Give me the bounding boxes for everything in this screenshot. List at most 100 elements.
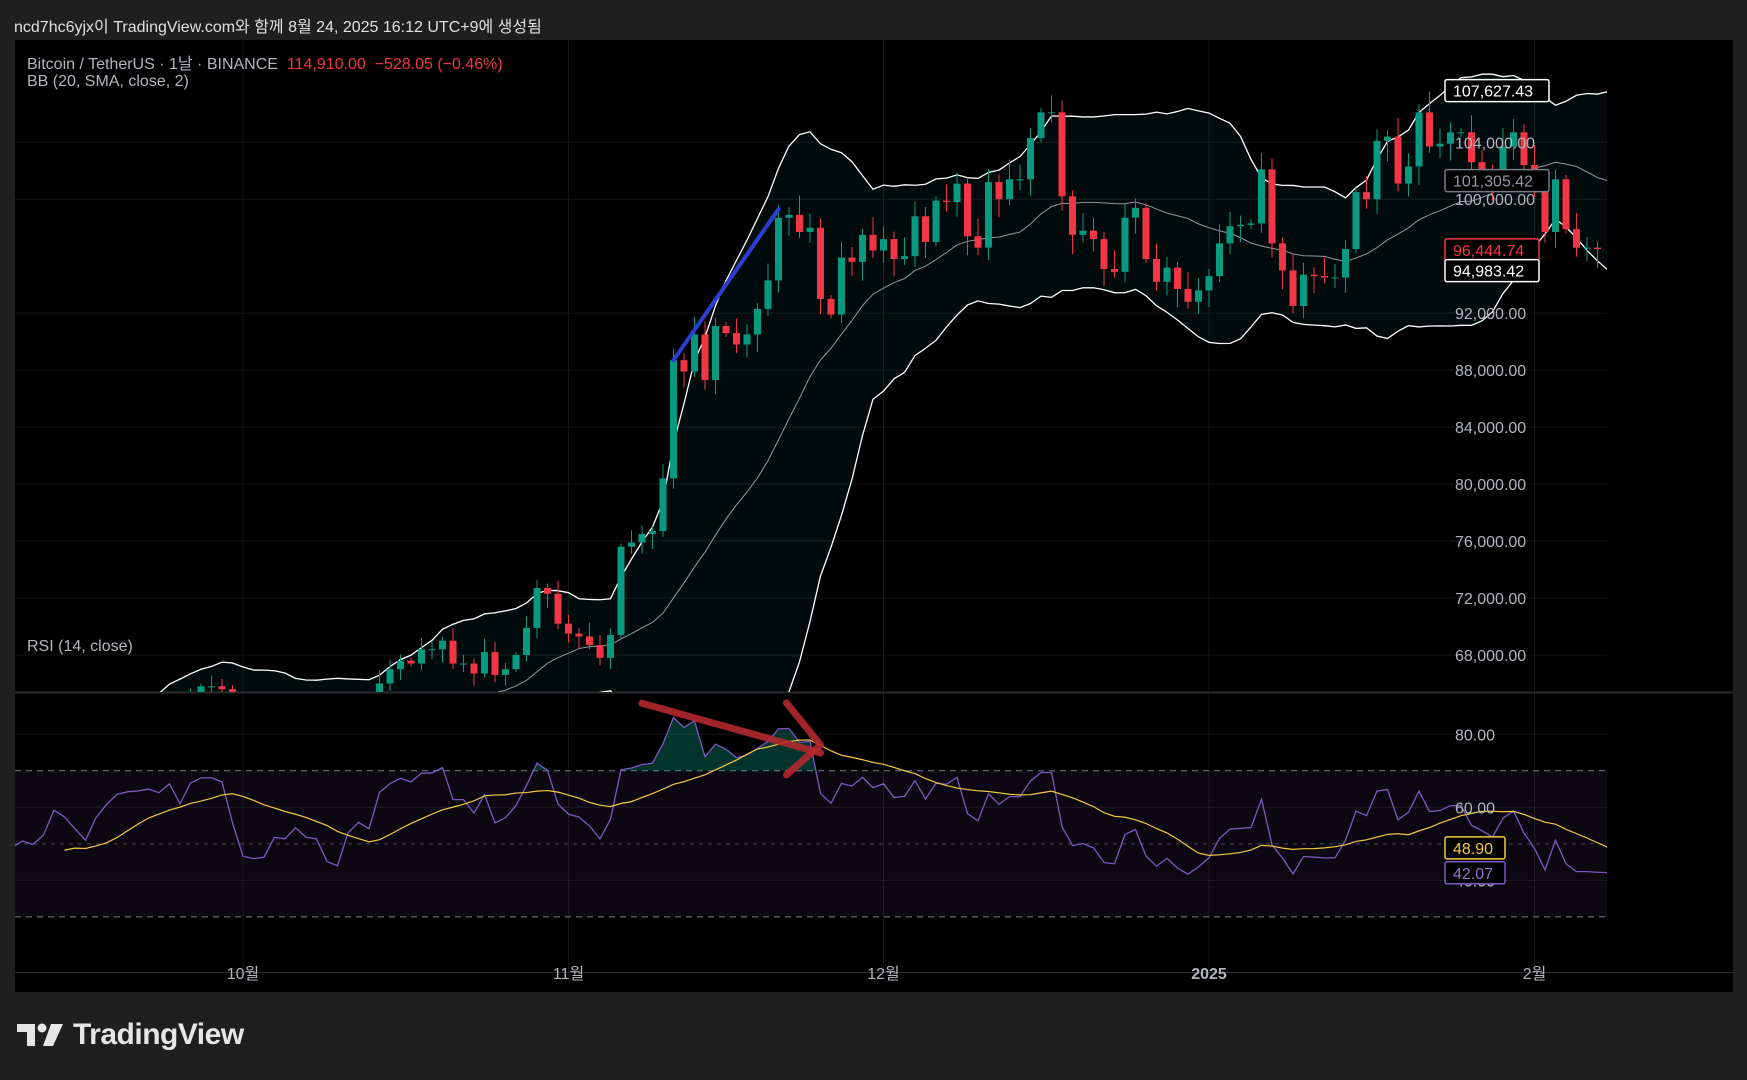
rsi-legend[interactable]: RSI (14, close) (27, 638, 133, 656)
candle-body (208, 686, 215, 688)
candle-body (890, 239, 898, 260)
candle-body (712, 325, 719, 381)
candle-body (1237, 224, 1244, 227)
candle (324, 732, 331, 769)
candle-body (817, 227, 824, 299)
candle-body (1195, 290, 1202, 302)
candle (1426, 91, 1433, 153)
last-value-badge-price: 96,444.74 (1444, 238, 1540, 262)
candle-body (785, 214, 793, 218)
badge-text: 107,627.43 (1453, 84, 1533, 101)
candle-body (491, 652, 499, 675)
candle-body (1573, 229, 1580, 248)
candle-body (502, 669, 509, 675)
candle-body (1541, 190, 1549, 232)
candle-body (197, 686, 205, 692)
candle (355, 715, 362, 742)
candle-body (743, 334, 751, 345)
candle-body (481, 652, 488, 674)
candle-body (1373, 140, 1381, 200)
candle-body (722, 325, 730, 334)
candle (1142, 203, 1150, 264)
candle-body (607, 635, 614, 658)
candle-body (1027, 137, 1034, 180)
time-tick-label: 11월 (553, 965, 584, 983)
candle-body (554, 593, 562, 624)
candle-body (218, 686, 226, 690)
candle (1058, 100, 1066, 211)
candle (250, 750, 257, 768)
candle-body (911, 216, 919, 257)
candle (271, 727, 278, 763)
candle-body (1426, 112, 1433, 147)
candle-body (1342, 249, 1349, 278)
time-tick-label: 10월 (227, 965, 260, 983)
price-chart[interactable]: 104,000.00 100,000.00 92,000.00 88,000.00 84… (15, 40, 1733, 992)
candle-body (754, 308, 761, 335)
candle-body (1289, 270, 1297, 307)
price-change: −528.05 (−0.46%) (374, 56, 503, 73)
candle-body (512, 654, 520, 670)
candle-body (575, 633, 583, 637)
candle (775, 205, 782, 293)
candle-body (1552, 179, 1559, 232)
candle-body (1363, 192, 1370, 200)
tradingview-logo[interactable]: TradingView (17, 1018, 244, 1052)
candle (282, 730, 289, 747)
candle-body (1415, 112, 1423, 167)
candle-body (596, 645, 604, 658)
candle-body (1090, 230, 1097, 240)
candle-body (145, 719, 152, 722)
candle-body (229, 689, 236, 692)
candle (156, 714, 163, 733)
price-tick-label: 92,000.00 (1455, 306, 1526, 323)
tradingview-logo-text: TradingView (73, 1018, 244, 1051)
candle-body (649, 531, 656, 534)
candle-body (1279, 243, 1286, 271)
candle-body (827, 298, 835, 315)
candle-body (1153, 259, 1160, 282)
candle-body (334, 760, 341, 764)
candle-body (943, 200, 950, 203)
candle-body (1069, 196, 1076, 235)
candle (670, 348, 677, 489)
candle-body (1457, 132, 1465, 134)
candle-body (114, 728, 121, 745)
candle (628, 530, 635, 554)
symbol-title: Bitcoin / TetherUS · 1날 · BINANCE (27, 56, 278, 73)
candle-body (355, 723, 362, 734)
candle-body (439, 640, 446, 650)
candle (1562, 174, 1570, 234)
candle-body (964, 183, 971, 237)
candle (680, 353, 688, 388)
candle (985, 169, 992, 261)
candle-body (407, 660, 415, 664)
candle-body (932, 200, 940, 242)
candle-body (250, 758, 257, 761)
price-tick-label: 84,000.00 (1455, 420, 1526, 437)
candle-body (764, 280, 772, 309)
candle-body (282, 739, 289, 740)
candle-body (166, 709, 173, 722)
candle-body (271, 739, 278, 759)
last-price: 114,910.00 (286, 56, 366, 73)
candle-body (880, 239, 887, 251)
candle-body (974, 236, 982, 248)
candle-body (1310, 274, 1318, 277)
badge-text: 96,444.74 (1453, 243, 1524, 260)
candle (177, 700, 184, 732)
candle (659, 463, 667, 537)
bb-legend[interactable]: BB (20, SMA, close, 2) (27, 73, 189, 91)
price-tick-label: 68,000.00 (1455, 648, 1526, 665)
candle-body (345, 735, 352, 765)
candle-body (61, 762, 68, 769)
price-tick-label: 104,000.00 (1455, 135, 1535, 152)
price-tick-label: 80,000.00 (1455, 477, 1526, 494)
candle (1352, 187, 1360, 254)
candle (124, 720, 131, 740)
chart-frame[interactable]: 104,000.00 100,000.00 92,000.00 88,000.00 84… (15, 40, 1733, 992)
candle-body (418, 649, 425, 664)
candle-body (324, 739, 331, 760)
candle-body (1100, 239, 1108, 270)
candle-body (838, 257, 845, 315)
